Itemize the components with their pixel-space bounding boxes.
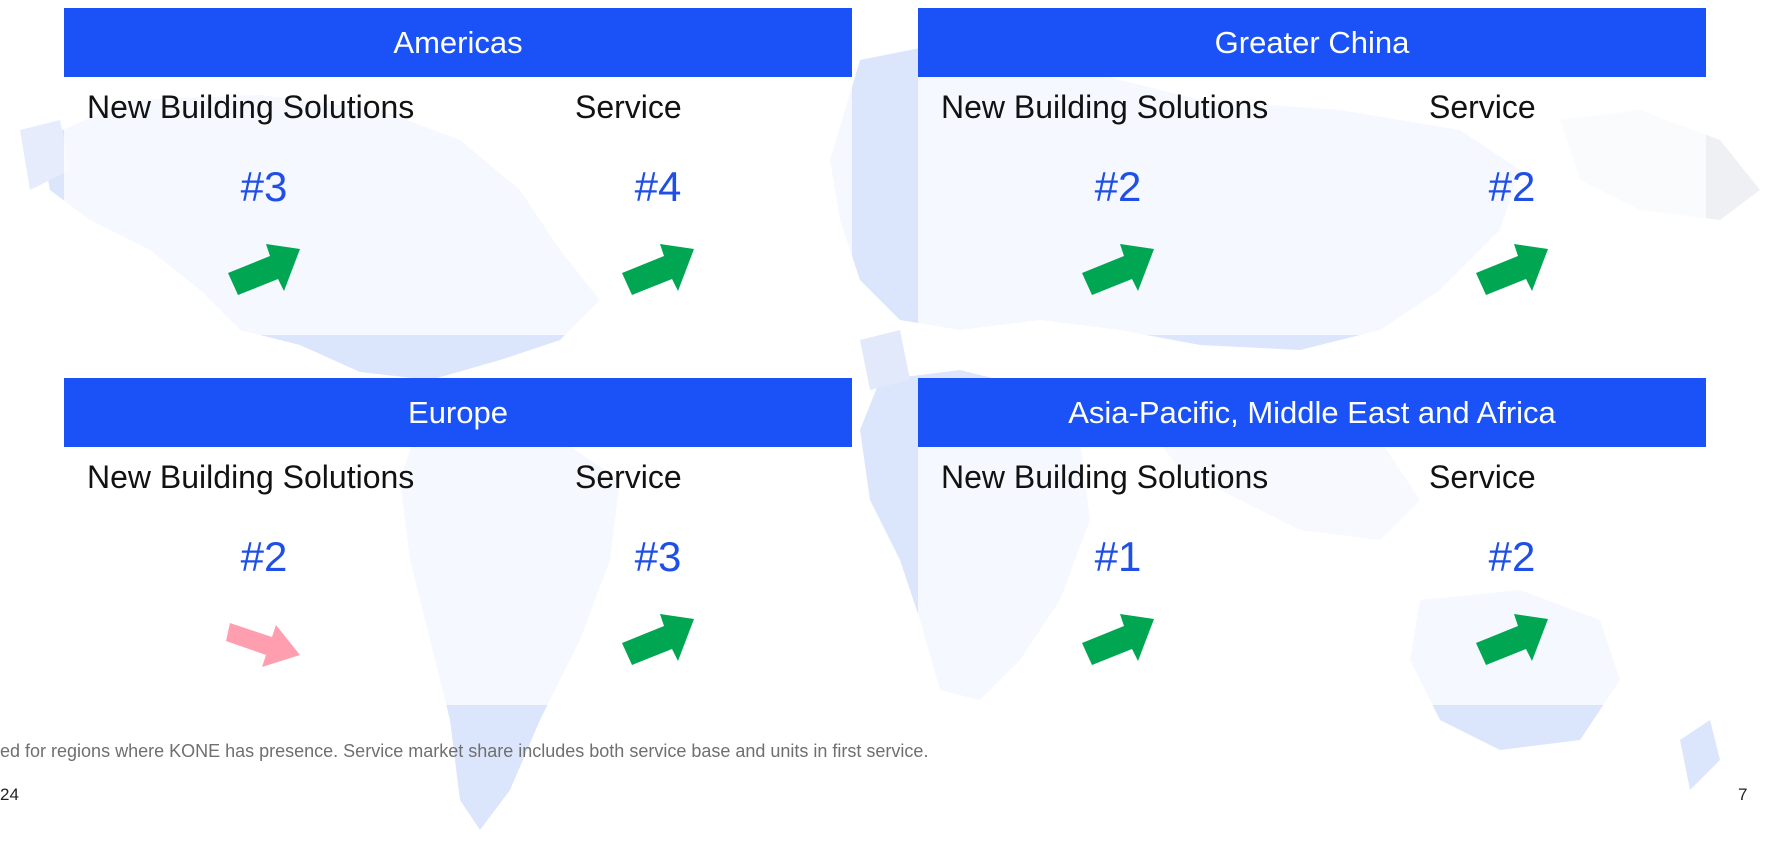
region-panel-americas: Americas New Building Solutions #3 Servi… <box>64 8 852 335</box>
region-header: Europe <box>64 378 852 447</box>
region-panel-europe: Europe New Building Solutions #2 Service… <box>64 378 852 705</box>
footer-date-fragment: 24 <box>0 785 19 804</box>
region-panel-apmea: Asia-Pacific, Middle East and Africa New… <box>918 378 1706 705</box>
region-header: Americas <box>64 8 852 77</box>
trend-up-arrow-icon <box>622 244 694 295</box>
service-label: Service <box>1429 459 1536 495</box>
nbs-column: New Building Solutions #2 <box>918 77 1312 335</box>
footnote: ed for regions where KONE has presence. … <box>0 741 929 761</box>
service-rank: #3 <box>634 533 682 580</box>
trend-up-arrow-icon <box>1476 614 1548 665</box>
nbs-label: New Building Solutions <box>87 459 415 495</box>
region-header: Asia-Pacific, Middle East and Africa <box>918 378 1706 447</box>
nbs-label: New Building Solutions <box>87 89 415 125</box>
service-label: Service <box>575 459 682 495</box>
nbs-column: New Building Solutions #2 <box>64 447 458 705</box>
service-column: Service #3 <box>458 447 852 705</box>
trend-up-arrow-icon <box>1476 244 1548 295</box>
service-column: Service #2 <box>1312 77 1706 335</box>
nbs-rank: #2 <box>1094 163 1142 210</box>
trend-down-arrow-icon <box>226 623 300 667</box>
trend-up-arrow-icon <box>622 614 694 665</box>
nbs-rank: #1 <box>1094 533 1142 580</box>
trend-up-arrow-icon <box>228 244 300 295</box>
region-panel-greater-china: Greater China New Building Solutions #2 … <box>918 8 1706 335</box>
page-number: 7 <box>1738 785 1748 804</box>
nbs-label: New Building Solutions <box>941 89 1269 125</box>
region-header: Greater China <box>918 8 1706 77</box>
service-rank: #2 <box>1488 163 1536 210</box>
nbs-column: New Building Solutions #3 <box>64 77 458 335</box>
service-column: Service #4 <box>458 77 852 335</box>
service-rank: #4 <box>634 163 682 210</box>
trend-up-arrow-icon <box>1082 614 1154 665</box>
trend-up-arrow-icon <box>1082 244 1154 295</box>
nbs-column: New Building Solutions #1 <box>918 447 1312 705</box>
service-column: Service #2 <box>1312 447 1706 705</box>
service-label: Service <box>1429 89 1536 125</box>
nbs-rank: #2 <box>240 533 288 580</box>
service-label: Service <box>575 89 682 125</box>
nbs-rank: #3 <box>240 163 288 210</box>
nbs-label: New Building Solutions <box>941 459 1269 495</box>
service-rank: #2 <box>1488 533 1536 580</box>
